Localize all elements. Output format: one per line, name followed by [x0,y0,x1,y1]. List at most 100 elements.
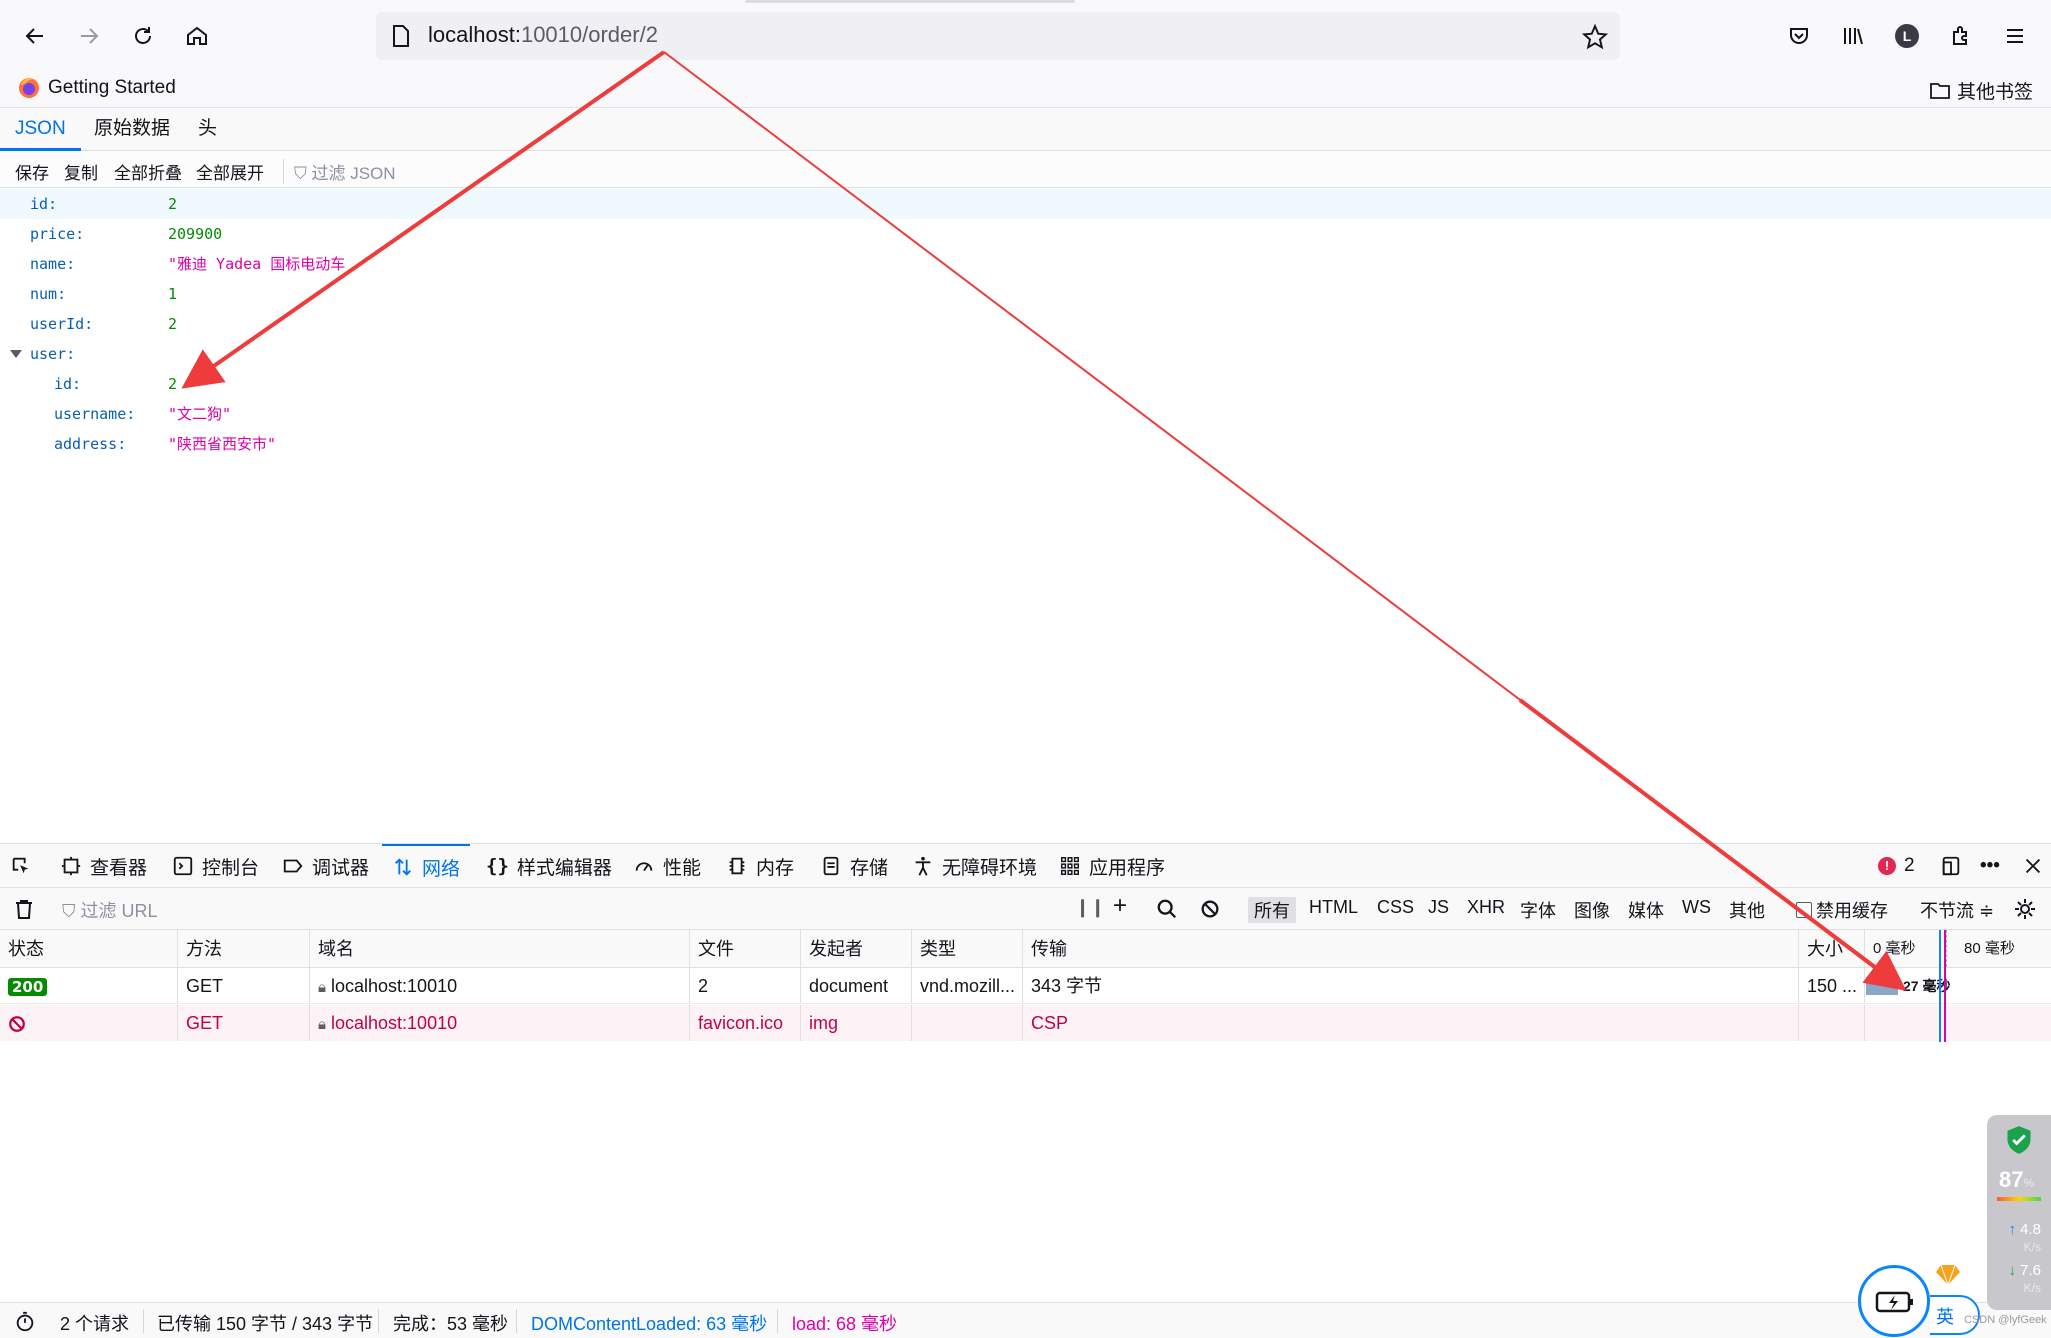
table-row[interactable]: 200 GET 🔒︎ localhost:10010 2 document vn… [0,968,2051,1004]
json-row[interactable]: price: 209900 [0,219,2051,249]
column-status[interactable]: 状态 [0,930,178,967]
add-request-button[interactable]: + [1113,892,1127,920]
page-icon [393,25,409,47]
table-row[interactable]: GET 🔒︎ localhost:10010 favicon.ico img C… [0,1005,2051,1041]
search-icon[interactable] [1156,898,1178,920]
json-key: price: [30,225,85,243]
block-icon[interactable] [1199,898,1221,920]
system-monitor-widget[interactable]: 87% ↑ 4.8 K/s ↓ 7.6 K/s [1987,1115,2051,1310]
tab-network[interactable]: 网络 [382,844,471,888]
json-row[interactable]: username: "文二狗" [0,399,2051,429]
column-file[interactable]: 文件 [690,930,801,967]
more-options-button[interactable]: ••• [1980,844,2000,888]
element-picker-button[interactable] [10,844,32,888]
expand-toggle-icon[interactable] [10,350,22,358]
library-button[interactable] [1835,18,1871,54]
domain-text: localhost:10010 [331,976,458,996]
expand-all-button[interactable]: 全部展开 [196,159,264,184]
other-bookmarks-label: 其他书签 [1956,82,2033,103]
hamburger-icon [2007,29,2023,43]
filter-images[interactable]: 图像 [1574,897,1610,923]
json-filter-input[interactable]: ⛉ 过滤 JSON [283,159,396,184]
filter-media[interactable]: 媒体 [1628,897,1664,923]
tab-console[interactable]: 控制台 [172,844,259,888]
column-transfer[interactable]: 传输 [1023,930,1799,967]
collapse-all-button[interactable]: 全部折叠 [114,159,182,184]
tab-json[interactable]: JSON [0,109,81,151]
column-domain[interactable]: 域名 [310,930,690,967]
menu-button[interactable] [1997,18,2033,54]
filter-html[interactable]: HTML [1309,897,1358,918]
json-row[interactable]: user: [0,339,2051,369]
forward-button[interactable] [71,18,107,54]
pocket-button[interactable] [1781,18,1817,54]
tab-application[interactable]: 应用程序 [1059,844,1165,888]
close-devtools-button[interactable] [2022,844,2044,888]
timing-bar [1866,977,1898,995]
tab-memory[interactable]: 内存 [726,844,794,888]
json-value: 2 [168,315,178,333]
filter-all[interactable]: 所有 [1248,897,1296,923]
extensions-button[interactable] [1943,18,1979,54]
disable-cache-checkbox[interactable]: 禁用缓存 [1796,897,1888,923]
url-text[interactable]: localhost:10010/order/2 [428,22,658,48]
throttle-select[interactable]: 不节流 ≑ [1920,897,1994,923]
save-button[interactable]: 保存 [15,159,49,184]
error-count-badge[interactable]: ! 2 [1878,844,1915,888]
url-filter-input[interactable]: ⛉ 过滤 URL [62,897,158,923]
devtools-tabs: 查看器 控制台 调试器 网络 {} 样式编辑器 性能 内存 存储 无障碍环境 应… [0,843,2051,888]
column-type[interactable]: 类型 [912,930,1023,967]
bookmark-getting-started[interactable]: Getting Started [18,77,176,99]
filter-css[interactable]: CSS [1377,897,1414,918]
json-key: address: [54,435,127,453]
json-key: id: [30,195,58,213]
copy-button[interactable]: 复制 [64,159,98,184]
account-button[interactable]: L [1889,18,1925,54]
error-icon: ! [1878,857,1896,875]
reload-button[interactable] [125,18,161,54]
status-cell: 200 [0,968,178,1003]
json-row[interactable]: id: 2 [0,189,2051,219]
json-row[interactable]: userId: 2 [0,309,2051,339]
firefox-icon [19,78,39,98]
tab-raw-data[interactable]: 原始数据 [94,109,170,151]
tab-label: 样式编辑器 [516,857,612,879]
json-viewer-tabs: JSON 原始数据 头 [0,109,2051,151]
json-row[interactable]: name: "雅迪 Yadea 国标电动车 [0,249,2051,279]
filter-fonts[interactable]: 字体 [1520,897,1556,923]
tab-storage[interactable]: 存储 [820,844,888,888]
domain-cell: 🔒︎ localhost:10010 [310,968,690,1003]
column-initiator[interactable]: 发起者 [801,930,912,967]
tab-label: 调试器 [312,857,370,879]
gem-icon[interactable] [1935,1263,1961,1287]
home-button[interactable] [179,18,215,54]
size-cell [1799,1005,1865,1041]
pause-button[interactable]: ❙❙ [1075,897,1105,918]
other-bookmarks[interactable]: 其他书签 [1929,77,2033,104]
json-row[interactable]: id: 2 [0,369,2051,399]
back-button[interactable] [17,18,53,54]
tab-debugger[interactable]: 调试器 [282,844,369,888]
json-row[interactable]: address: "陕西省西安市" [0,429,2051,459]
filter-ws[interactable]: WS [1682,897,1711,918]
tab-performance[interactable]: 性能 [633,844,701,888]
star-bookmark-icon[interactable] [1582,24,1608,50]
column-method[interactable]: 方法 [178,930,310,967]
filter-js[interactable]: JS [1428,897,1449,918]
gear-icon[interactable] [2013,897,2037,921]
trash-icon[interactable] [12,897,36,921]
tab-accessibility[interactable]: 无障碍环境 [912,844,1037,888]
tab-headers[interactable]: 头 [198,109,217,151]
json-row[interactable]: num: 1 [0,279,2051,309]
filter-other[interactable]: 其他 [1729,897,1765,923]
filter-xhr[interactable]: XHR [1467,897,1505,918]
separator [777,1309,778,1333]
column-size[interactable]: 大小 [1799,930,1865,967]
responsive-design-icon [1942,856,1960,876]
tab-style-editor[interactable]: {} 样式编辑器 [486,844,612,888]
url-bar[interactable]: localhost:10010/order/2 [376,12,1620,60]
accessibility-icon [915,856,931,876]
responsive-mode-button[interactable] [1940,844,1962,888]
tab-inspector[interactable]: 查看器 [60,844,147,888]
battery-widget[interactable] [1858,1265,1930,1337]
